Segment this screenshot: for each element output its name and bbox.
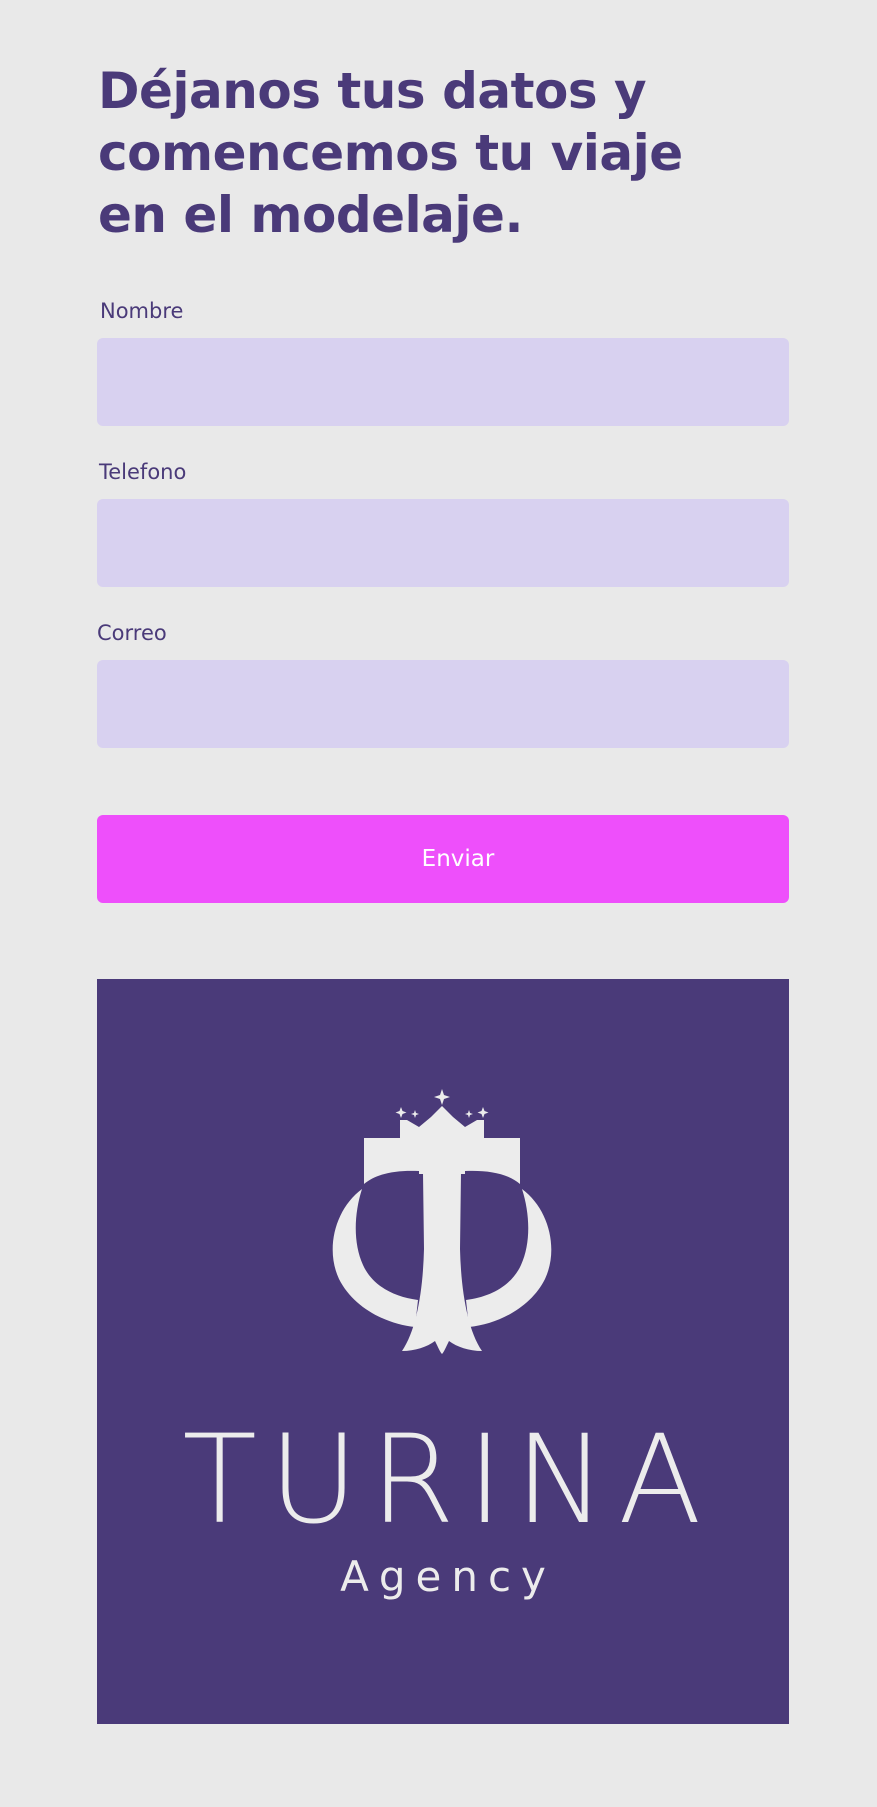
name-field-label: Nombre [100,299,184,323]
email-input[interactable] [97,660,789,748]
crowned-t-emblem-icon [332,1089,552,1354]
brand-wordmark: TURINA [182,1409,714,1551]
phone-field-label: Telefono [99,460,187,484]
form-headline: Déjanos tus datos y comencemos tu viaje … [98,62,683,244]
submit-button[interactable]: Enviar [97,815,789,903]
brand-tagline: Agency [340,1552,556,1601]
phone-input[interactable] [97,499,789,587]
name-input[interactable] [97,338,789,426]
email-field-label: Correo [97,621,167,645]
brand-logo-panel: TURINA Agency [97,979,789,1724]
